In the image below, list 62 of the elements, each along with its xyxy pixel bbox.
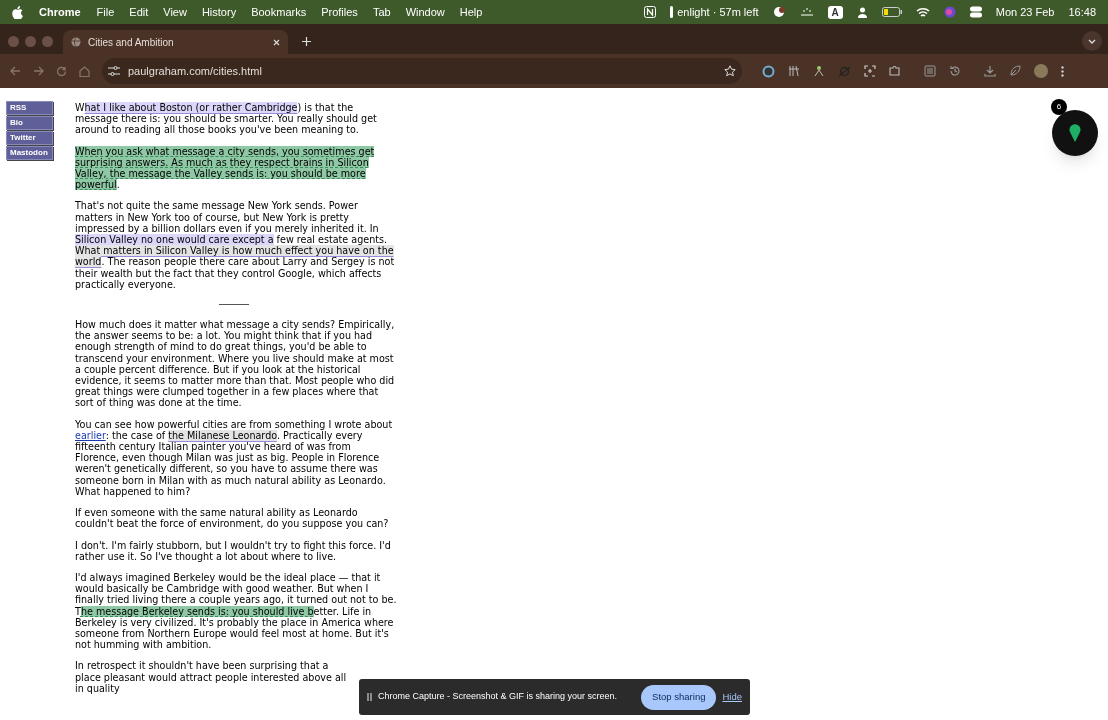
menu-item[interactable]: Tab bbox=[372, 3, 391, 21]
article-paragraph: You can see how powerful cities are from something I wrote about earlier: the case of the Milanese Leonardo. Practically every fifteenth century Italian painter you've heard of was from Florence, even though Milan was just as big. People in Florence weren't genetically different, so you have to assume there was someone born in Milan with as much natural ability as Leonardo. What happened to him? bbox=[75, 418, 394, 498]
article-paragraph: How much does it matter what message a city sends? Empirically, the answer seems to be: a lot. You might think that if you had enough strength of mind to do great things, you'd be able to transcend your environment. Where you live should make at most a couple percent difference. But if you look at the historical evidence, it seems to matter more than that. Most people who did great things were clumped together in a few places where that sort of thing was done at the time. bbox=[75, 319, 396, 409]
article-paragraph: In retrospect it shouldn't have been surprising that a place pleasant would attract people interested above all in quality bbox=[75, 660, 348, 694]
app-name[interactable]: Chrome bbox=[39, 3, 81, 21]
article-paragraph: When you ask what message a city sends, you sometimes get surprising answers. As much as they respect brains in Silicon Valley, the message the Valley sends is: you should be more powerful. bbox=[75, 145, 376, 191]
wifi-icon[interactable] bbox=[915, 6, 930, 18]
download-icon[interactable] bbox=[984, 65, 996, 77]
stop-sharing-button[interactable]: Stop sharing bbox=[641, 684, 717, 710]
more-vertical-icon[interactable] bbox=[1061, 65, 1064, 77]
menu-item[interactable]: Help bbox=[459, 3, 483, 21]
back-arrow-icon[interactable] bbox=[10, 66, 21, 76]
article-paragraph: That's not quite the same message New York sends. Power matters in New York too of course, but New York is pretty impressed by a billion dollars even if you merely inherited it. In Silicon Valley no one would care except a few real estate agents. What matters in Silicon Valley is how much effect you have on the world. The reason people there care about Larry and Sergey is not their wealth but the fact that they control Google, which affects practically everyone. bbox=[75, 200, 396, 291]
sliders-icon[interactable] bbox=[108, 66, 120, 76]
home-icon[interactable] bbox=[79, 65, 90, 77]
chevron-down-icon bbox=[1088, 38, 1096, 44]
globe-icon bbox=[71, 37, 81, 47]
history-icon[interactable] bbox=[949, 65, 961, 77]
browser-tab[interactable]: Cities and Ambition bbox=[63, 30, 288, 54]
battery-icon[interactable] bbox=[881, 7, 902, 17]
menu-item[interactable]: Edit bbox=[129, 3, 149, 21]
menu-item[interactable]: History bbox=[201, 3, 237, 21]
profile-avatar[interactable] bbox=[1034, 64, 1048, 78]
menu-item[interactable]: View bbox=[163, 3, 187, 21]
sidebar-nav-link[interactable]: Bio bbox=[6, 116, 53, 130]
article-paragraph: What I like about Boston (or rather Cambridge) is that the message there is: you should be smarter. You really should get around to reading all those books you've been meaning to. bbox=[75, 102, 378, 136]
sharing-message: Chrome Capture - Screenshot & GIF is sharing your screen. bbox=[378, 690, 618, 704]
sidebar-nav-link[interactable]: RSS bbox=[6, 101, 53, 115]
address-bar[interactable]: paulgraham.com/cities.html bbox=[102, 58, 742, 84]
new-tab-plus-icon[interactable] bbox=[302, 36, 311, 46]
menu-item[interactable]: Window bbox=[405, 3, 445, 21]
progress-icon[interactable] bbox=[670, 6, 674, 18]
article-paragraph: I don't. I'm fairly stubborn, but I wouldn't try to fight this force. I'd rather use it. So I've thought a lot about where to live. bbox=[75, 539, 392, 562]
tab-search-button[interactable] bbox=[1082, 31, 1102, 51]
menu-item[interactable]: Profiles bbox=[321, 3, 358, 21]
reload-icon[interactable] bbox=[56, 65, 67, 77]
menu-bar-date[interactable]: Mon 23 Feb bbox=[995, 3, 1055, 21]
article-link[interactable]: earlier bbox=[75, 429, 106, 441]
map-pin-icon bbox=[1069, 124, 1081, 142]
floating-map-pin-button[interactable] bbox=[1052, 110, 1098, 156]
forward-arrow-icon[interactable] bbox=[33, 66, 44, 76]
ring-icon[interactable] bbox=[762, 64, 775, 78]
person-icon[interactable] bbox=[856, 6, 868, 18]
sidebar-nav-link[interactable]: Twitter bbox=[6, 131, 53, 145]
screenshot-plus-icon[interactable] bbox=[864, 65, 876, 77]
hide-link[interactable]: Hide bbox=[722, 689, 742, 705]
menu-bar-time[interactable]: 16:48 bbox=[1068, 3, 1096, 21]
article-paragraph: If even someone with the same natural ability as Leonardo couldn't beat the force of environment, do you suppose you can? bbox=[75, 507, 390, 530]
extension-badge-count: 6 bbox=[1056, 101, 1062, 113]
close-icon[interactable] bbox=[273, 38, 280, 46]
pause-icon bbox=[367, 693, 372, 701]
menu-item[interactable]: Bookmarks bbox=[251, 3, 307, 21]
timer-status[interactable]: enlight · 57m left bbox=[677, 3, 759, 21]
notion-icon[interactable] bbox=[644, 6, 657, 18]
url-text: paulgraham.com/cities.html bbox=[128, 63, 262, 79]
input-source-indicator[interactable]: A bbox=[827, 5, 843, 19]
sidebar-nav-link[interactable]: Mastodon bbox=[6, 146, 53, 160]
toggles-icon[interactable] bbox=[969, 6, 982, 18]
menu-item[interactable]: File bbox=[96, 3, 115, 21]
star-icon[interactable] bbox=[724, 65, 736, 77]
person-outline-icon[interactable] bbox=[813, 65, 825, 77]
apple-logo-icon[interactable] bbox=[12, 5, 23, 19]
